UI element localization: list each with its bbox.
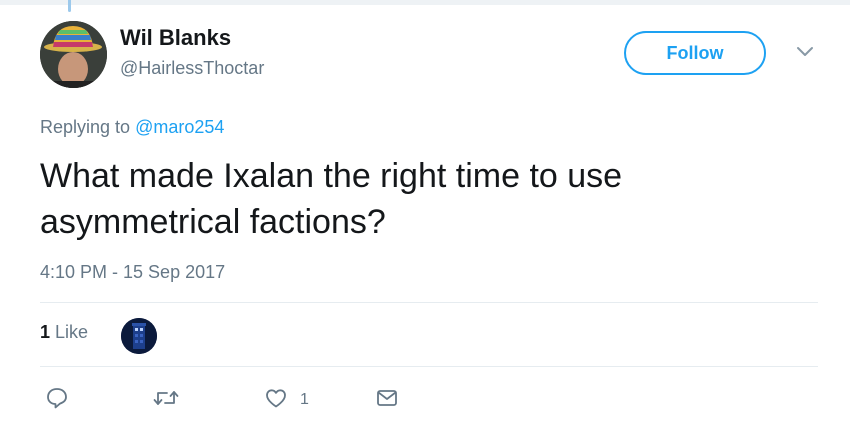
likes-label: Like	[55, 322, 89, 342]
likes-count: 1	[40, 322, 51, 342]
direct-message-button[interactable]	[375, 387, 399, 413]
like-action-count: 1	[300, 391, 309, 408]
tweet-timestamp[interactable]: 4:10 PM - 15 Sep 2017	[40, 262, 225, 283]
direct-message-icon	[375, 386, 399, 415]
top-band	[0, 0, 850, 5]
reply-mention-link[interactable]: @maro254	[135, 117, 224, 137]
retweet-icon	[152, 386, 180, 415]
likes-summary[interactable]: 1 Like	[40, 322, 88, 343]
divider	[40, 302, 818, 303]
author-handle[interactable]: @HairlessThoctar	[120, 58, 264, 79]
like-icon	[264, 386, 288, 415]
author-name[interactable]: Wil Blanks	[120, 25, 231, 51]
like-button[interactable]: 1	[264, 387, 309, 413]
replying-to-label: Replying to	[40, 117, 131, 137]
thread-connector-line	[68, 0, 71, 12]
tweet-text: What made Ixalan the right time to use a…	[40, 157, 623, 241]
reply-icon	[45, 386, 69, 415]
liker-avatar[interactable]	[121, 318, 157, 354]
reply-button[interactable]	[45, 387, 69, 413]
divider	[40, 366, 818, 367]
follow-button[interactable]: Follow	[624, 31, 766, 75]
author-avatar[interactable]	[40, 21, 107, 88]
chevron-down-icon[interactable]	[795, 44, 815, 60]
retweet-button[interactable]	[152, 387, 180, 413]
replying-to: Replying to @maro254	[40, 117, 224, 138]
